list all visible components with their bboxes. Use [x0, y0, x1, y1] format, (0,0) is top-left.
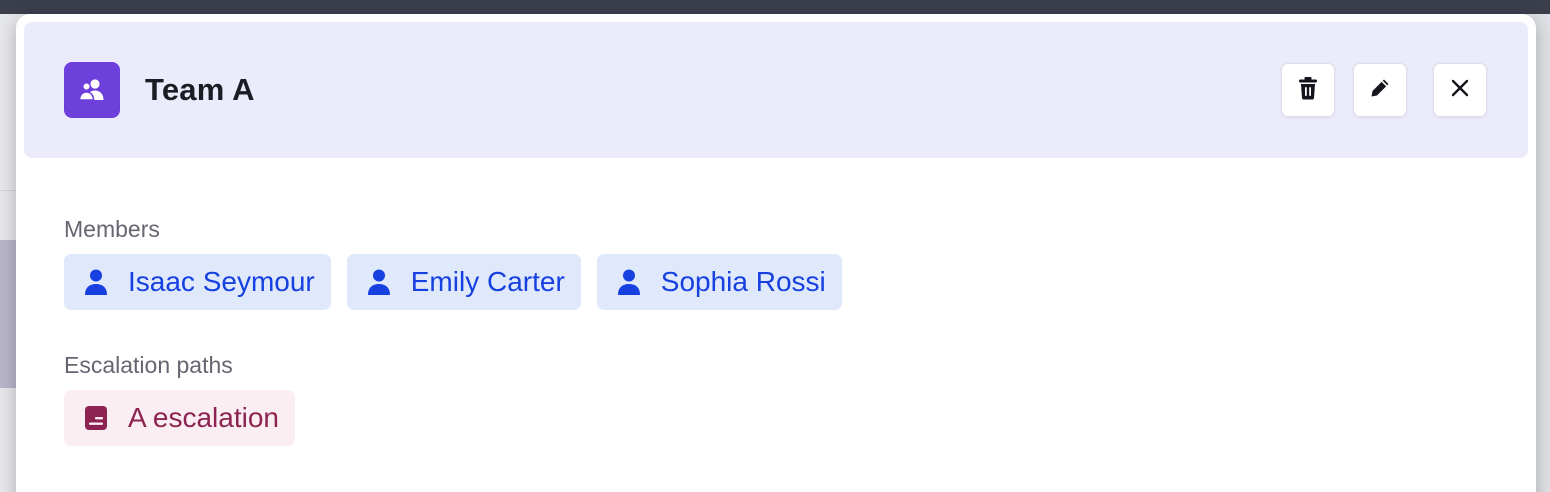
team-users-icon: [64, 62, 120, 118]
escalation-path-chip[interactable]: A escalation: [64, 390, 295, 446]
escalation-paths-list: A escalation: [64, 390, 295, 446]
close-icon: [1450, 78, 1470, 103]
modal-header: Team A: [24, 22, 1528, 158]
member-name: Sophia Rossi: [660, 266, 826, 297]
member-chip-sophia-rossi[interactable]: Sophia Rossi: [596, 254, 842, 310]
member-name: Isaac Seymour: [128, 266, 315, 297]
delete-button[interactable]: [1281, 63, 1335, 117]
members-label: Members: [64, 216, 160, 242]
user-icon: [367, 268, 391, 296]
trash-icon: [1297, 76, 1319, 105]
team-title: Team A: [145, 72, 255, 107]
user-icon: [84, 268, 108, 296]
escalation-paths-label: Escalation paths: [64, 352, 233, 378]
user-icon: [617, 268, 641, 296]
edit-button[interactable]: [1353, 63, 1407, 117]
escalation-path-icon: [84, 404, 108, 432]
team-detail-modal: Team A Members Isaac Seymour Emily Carte…: [16, 14, 1536, 492]
escalation-path-name: A escalation: [128, 402, 279, 433]
pencil-icon: [1369, 77, 1391, 104]
close-button[interactable]: [1433, 63, 1487, 117]
member-name: Emily Carter: [410, 266, 565, 297]
member-chip-emily-carter[interactable]: Emily Carter: [346, 254, 581, 310]
members-list: Isaac Seymour Emily Carter Sophia Rossi: [64, 254, 842, 310]
member-chip-isaac-seymour[interactable]: Isaac Seymour: [64, 254, 331, 310]
